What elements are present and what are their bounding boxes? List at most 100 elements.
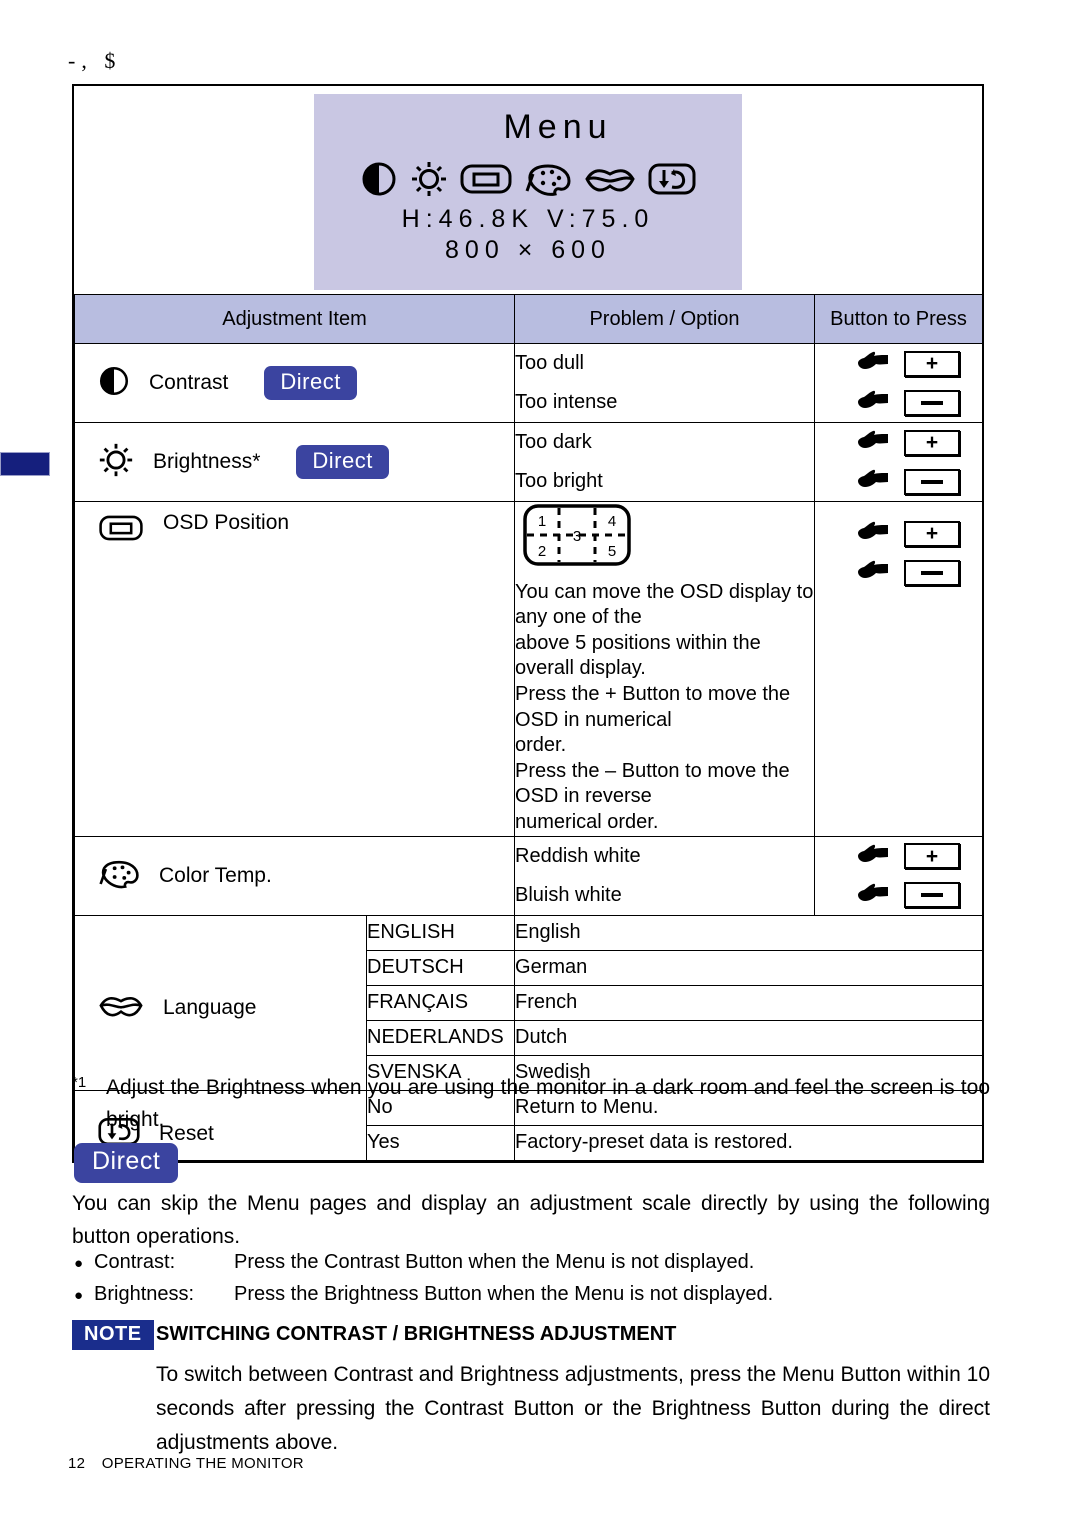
adjustment-table: Adjustment Item Problem / Option Button … — [73, 294, 984, 1161]
language-option-name[interactable]: NEDERLANDS — [365, 1019, 516, 1056]
language-icon — [583, 159, 637, 199]
minus-button-key[interactable] — [904, 389, 961, 416]
contrast-icon — [97, 364, 131, 403]
plus-button-key[interactable]: + — [904, 520, 961, 547]
bullet-key: Brightness: — [94, 1283, 195, 1305]
minus-button-key[interactable] — [904, 559, 961, 586]
adjustment-item-osd-position: OSD Position — [73, 501, 516, 837]
button-row-minus — [815, 462, 982, 501]
minus-button-key[interactable] — [904, 882, 961, 909]
brightness-icon — [409, 159, 449, 199]
content-panel: Menu H:46.8K V:75.0 800 × 600 Adjustment… — [72, 84, 984, 1163]
item-label: OSD Position — [163, 511, 290, 534]
pointing-hand-icon — [856, 428, 890, 457]
color-temp-icon — [97, 856, 141, 896]
direct-section-badge: Direct — [74, 1143, 179, 1183]
note-body: To switch between Contrast and Brightnes… — [156, 1363, 990, 1455]
svg-text:5: 5 — [608, 543, 616, 560]
page-header-code: -, $ — [68, 48, 122, 73]
button-cell-contrast: + — [814, 343, 984, 423]
language-option-desc: German — [514, 949, 984, 986]
osd-frequency-line: H:46.8K V:75.0 — [401, 205, 655, 233]
language-option-desc: French — [514, 984, 984, 1021]
osd-position-icon — [97, 511, 145, 550]
plus-button-key[interactable]: + — [904, 843, 961, 870]
pointing-hand-icon — [856, 558, 890, 587]
pointing-hand-icon — [856, 388, 890, 417]
table-header-row: Adjustment Item Problem / Option Button … — [73, 294, 984, 344]
item-label: Language — [163, 995, 257, 1019]
direct-section-paragraph: You can skip the Menu pages and display … — [72, 1192, 990, 1248]
desc-line: numerical order. — [515, 810, 659, 833]
list-item: ● Contrast: Press the Contrast Button wh… — [74, 1246, 992, 1278]
plus-button-key[interactable]: + — [904, 429, 961, 456]
osd-position-diagram: 1 4 3 2 5 — [523, 504, 814, 574]
language-option-name[interactable]: DEUTSCH — [365, 949, 516, 986]
problem-cell-color-temp: Reddish white Bluish white — [514, 835, 816, 916]
bullet-dot-icon: ● — [74, 1287, 84, 1304]
direct-badge-brightness[interactable]: Direct — [296, 445, 389, 479]
reset-icon — [647, 159, 697, 199]
edge-tab-marker — [0, 452, 50, 476]
osd-resolution-line: 800 × 600 — [445, 236, 611, 264]
list-item: ● Brightness: Press the Brightness Butto… — [74, 1278, 992, 1310]
contrast-icon — [359, 159, 399, 199]
footnote: *1 Adjust the Brightness when you are us… — [72, 1072, 990, 1135]
problem-cell-brightness: Too dark Too bright — [514, 422, 816, 502]
problem-option: Too intense — [515, 391, 618, 413]
page-number: 12 — [68, 1455, 86, 1472]
note-title: SWITCHING CONTRAST / BRIGHTNESS ADJUSTME… — [156, 1323, 677, 1345]
desc-line: You can move the OSD display to any one … — [515, 580, 814, 629]
problem-option: Reddish white — [515, 844, 641, 867]
bullet-dot-icon: ● — [74, 1255, 84, 1272]
osd-position-description: You can move the OSD display to any one … — [515, 580, 814, 836]
osd-illustration-area: Menu H:46.8K V:75.0 800 × 600 — [74, 86, 982, 294]
table-row-color-temp: Color Temp. Reddish white Bluish white + — [73, 835, 984, 916]
svg-text:4: 4 — [608, 513, 616, 530]
desc-line: order. — [515, 734, 567, 757]
item-label: Color Temp. — [159, 863, 272, 887]
pointing-hand-icon — [856, 349, 890, 378]
button-row-plus: + — [815, 837, 982, 876]
page-footer: 12 OPERATING THE MONITOR — [68, 1455, 304, 1472]
language-option-name[interactable]: ENGLISH — [365, 914, 516, 951]
footer-section-title: OPERATING THE MONITOR — [101, 1455, 304, 1472]
adjustment-item-brightness: Brightness* Direct — [73, 422, 516, 502]
header-adjustment-item: Adjustment Item — [73, 294, 516, 344]
table-row-language: Language ENGLISH English — [74, 914, 984, 1091]
button-row-minus — [815, 383, 982, 422]
note-block: NOTE SWITCHING CONTRAST / BRIGHTNESS ADJ… — [72, 1320, 990, 1460]
language-option-name[interactable]: FRANÇAIS — [365, 984, 516, 1021]
table-row-contrast: Contrast Direct Too dull Too intense + — [73, 343, 984, 423]
plus-button-key[interactable]: + — [904, 350, 961, 377]
footnote-text: Adjust the Brightness when you are using… — [106, 1076, 990, 1131]
osd-title: Menu — [503, 108, 613, 146]
pointing-hand-icon — [856, 467, 890, 496]
item-label: Contrast — [149, 371, 229, 394]
minus-button-key[interactable] — [904, 468, 961, 495]
color-temp-icon — [523, 159, 573, 199]
button-row-minus — [815, 553, 982, 592]
note-badge: NOTE — [72, 1320, 154, 1350]
header-button-to-press: Button to Press — [814, 294, 984, 344]
problem-cell-contrast: Too dull Too intense — [514, 343, 816, 423]
button-row-minus — [815, 876, 982, 915]
adjustment-item-language: Language — [74, 914, 367, 1091]
button-cell-color-temp: + — [814, 835, 984, 916]
footnote-marker: *1 — [72, 1074, 87, 1091]
direct-bullet-list: ● Contrast: Press the Contrast Button wh… — [74, 1246, 992, 1310]
desc-line: Press the + Button to move the OSD in nu… — [515, 682, 791, 731]
desc-line: above 5 positions within the overall dis… — [515, 631, 761, 680]
table-row-osd-position: OSD Position 1 4 3 2 5 You can move the … — [73, 501, 984, 837]
brightness-icon — [97, 441, 135, 484]
pointing-hand-icon — [856, 881, 890, 910]
bullet-key: Contrast: — [94, 1251, 176, 1273]
svg-text:2: 2 — [538, 543, 546, 560]
language-option-desc: English — [514, 914, 984, 951]
pointing-hand-icon — [856, 519, 890, 548]
bullet-text: Press the Contrast Button when the Menu … — [234, 1251, 755, 1273]
osd-screen: Menu H:46.8K V:75.0 800 × 600 — [314, 94, 742, 290]
svg-text:3: 3 — [573, 528, 581, 545]
adjustment-item-color-temp: Color Temp. — [73, 835, 516, 916]
direct-badge-contrast[interactable]: Direct — [264, 366, 357, 400]
